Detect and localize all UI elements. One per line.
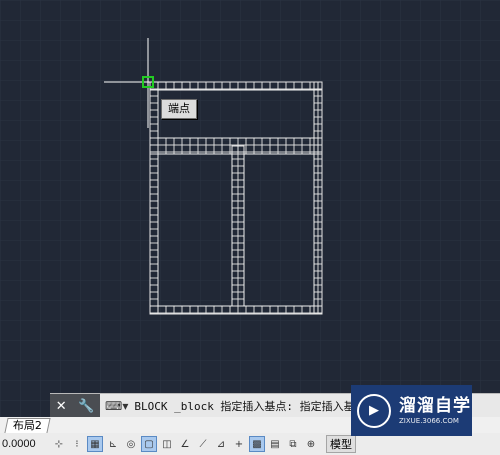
snap-tooltip: 端点: [161, 99, 197, 119]
3d-object-snap-icon[interactable]: ◫: [159, 436, 175, 452]
grid: [0, 0, 500, 417]
transparency-icon[interactable]: ▩: [249, 436, 265, 452]
object-snap-icon[interactable]: ▢: [141, 436, 157, 452]
play-icon: ▶: [357, 393, 391, 428]
command-prompt-icon[interactable]: ⌨▾: [105, 399, 128, 413]
object-snap-tracking-icon[interactable]: ∠: [177, 436, 193, 452]
status-bar: 0.0000 ⊹ ⁝ ▦ ⊾ ◎ ▢ ◫ ∠ ⟋ ⊿ + ▩ ▤ ⧉ ⊕ 模型: [0, 433, 500, 455]
tab-layout2[interactable]: 布局2: [4, 418, 51, 433]
polar-tracking-icon[interactable]: ◎: [123, 436, 139, 452]
model-space-button[interactable]: 模型: [326, 435, 356, 453]
close-icon[interactable]: ✕: [56, 399, 67, 414]
lineweight-icon[interactable]: +: [231, 436, 247, 452]
watermark-url: ZIXUE.3066.COM: [399, 416, 459, 425]
snap-mode-icon[interactable]: ⁝: [69, 436, 85, 452]
dynamic-input-icon[interactable]: ⊿: [213, 436, 229, 452]
watermark-logo: ▶ 溜溜自学 ZIXUE.3066.COM: [351, 385, 472, 436]
wrench-icon[interactable]: 🔧: [78, 399, 94, 414]
command-text[interactable]: BLOCK _block 指定插入基点: 指定插入基: [134, 398, 354, 414]
watermark-name: 溜溜自学: [399, 395, 471, 416]
ortho-mode-icon[interactable]: ⊾: [105, 436, 121, 452]
drawing-canvas[interactable]: [0, 0, 500, 417]
quick-properties-icon[interactable]: ▤: [267, 436, 283, 452]
dynamic-ucs-icon[interactable]: ⟋: [195, 436, 211, 452]
grid-display-icon[interactable]: ▦: [87, 436, 103, 452]
annotation-monitor-icon[interactable]: ⊕: [303, 436, 319, 452]
command-line-controls: ✕ 🔧: [50, 394, 100, 418]
selection-cycling-icon[interactable]: ⧉: [285, 436, 301, 452]
coordinate-readout: 0.0000: [2, 438, 36, 450]
infer-constraints-icon[interactable]: ⊹: [51, 436, 67, 452]
